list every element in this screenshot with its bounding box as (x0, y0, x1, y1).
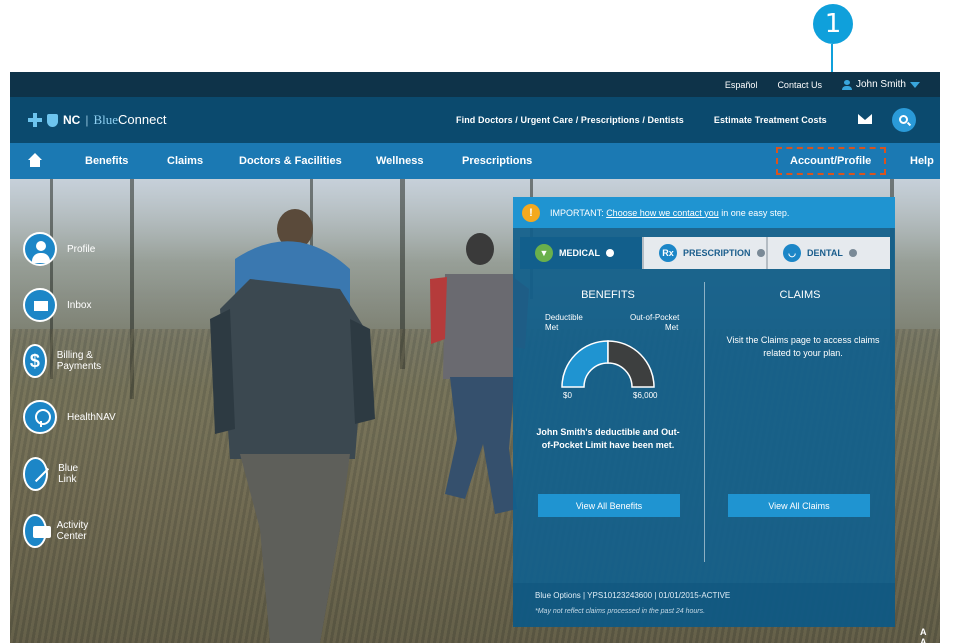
quick-link-inbox[interactable]: Inbox (23, 288, 91, 322)
oop-arc (607, 340, 655, 388)
estimate-costs-link[interactable]: Estimate Treatment Costs (714, 115, 827, 125)
plan-details: Blue Options | YPS10123243600 | 01/01/20… (535, 591, 731, 600)
deductible-label-met: Met (545, 323, 559, 332)
alert-suffix: in one easy step. (721, 207, 790, 218)
gauge-max-value: $6,000 (633, 391, 658, 400)
claims-description: Visit the Claims page to access claims r… (726, 335, 880, 358)
warning-icon: ! (522, 203, 540, 222)
link-icon (23, 457, 49, 491)
oop-label: Out-of-Pocket (630, 313, 680, 322)
nav-prescriptions[interactable]: Prescriptions (462, 143, 532, 179)
quick-link-label: Inbox (67, 299, 92, 311)
nav-claims[interactable]: Claims (167, 143, 203, 179)
gauge-min-value: $0 (563, 391, 572, 400)
nav-help[interactable]: Help (910, 143, 934, 179)
user-name: John Smith (855, 79, 906, 90)
mail-icon[interactable] (858, 114, 872, 124)
tab-label: DENTAL (807, 248, 843, 258)
user-icon (841, 79, 852, 90)
envelope-icon (23, 288, 57, 322)
benefits-gauge (561, 340, 655, 388)
chevron-right-icon (756, 249, 765, 257)
quick-link-label: Billing & Payments (56, 350, 102, 372)
tab-prescription[interactable]: Rx PRESCRIPTION (642, 237, 766, 269)
user-menu[interactable]: John Smith (841, 79, 920, 90)
app-frame: Español Contact Us John Smith NC | BlueC… (10, 72, 940, 643)
logo-separator: | (85, 113, 89, 127)
shield-logo-icon (47, 113, 58, 127)
chevron-down-icon (910, 81, 920, 88)
search-icon (898, 114, 908, 124)
hiker-figure (210, 209, 375, 643)
espanol-link[interactable]: Español (725, 80, 758, 90)
brand-links: Find Doctors / Urgent Care / Prescriptio… (456, 97, 827, 143)
quick-link-blue-link[interactable]: Blue Link (23, 457, 87, 491)
benefits-status-text: John Smith's deductible and Out-of-Pocke… (536, 427, 680, 450)
logo-blue: Blue (93, 112, 119, 127)
deductible-label: Deductible (545, 313, 583, 322)
card-icon (23, 514, 51, 548)
highlight-box (776, 147, 886, 175)
rx-icon: Rx (659, 244, 677, 262)
logo-nc: NC (63, 113, 81, 127)
search-button[interactable] (892, 108, 916, 132)
nav-wellness[interactable]: Wellness (376, 143, 424, 179)
claims-title: CLAIMS (779, 289, 821, 301)
cross-logo-icon (28, 113, 42, 127)
quick-link-profile[interactable]: Profile (23, 232, 95, 266)
benefits-title: BENEFITS (581, 289, 635, 301)
tooth-icon: ◡ (783, 244, 801, 262)
utility-bar: Español Contact Us John Smith (10, 72, 940, 97)
view-all-claims-button[interactable]: View All Claims (728, 494, 870, 517)
tab-label: MEDICAL (559, 248, 600, 258)
quick-link-healthnav[interactable]: HealthNAV (23, 400, 116, 434)
dollar-icon: $ (23, 344, 47, 378)
contact-preferences-link[interactable]: Choose how we contact you (606, 208, 719, 218)
chevron-right-icon (848, 249, 857, 257)
logo[interactable]: NC | BlueConnect (28, 112, 166, 128)
callout-number: 1 (813, 4, 853, 44)
nav-doctors-facilities[interactable]: Doctors & Facilities (239, 143, 342, 179)
location-pin-icon (23, 400, 57, 434)
quick-link-billing[interactable]: $ Billing & Payments (23, 344, 111, 378)
alert-banner: ! IMPORTANT: Choose how we contact you i… (513, 197, 895, 228)
medical-icon: ▼ (535, 244, 553, 262)
view-all-benefits-button[interactable]: View All Benefits (538, 494, 680, 517)
alert-prefix: IMPORTANT: (550, 207, 604, 218)
tab-label: PRESCRIPTION (683, 248, 751, 258)
logo-connect: Connect (118, 112, 167, 127)
home-icon[interactable] (28, 153, 42, 167)
brand-bar: NC | BlueConnect Find Doctors / Urgent C… (10, 97, 940, 143)
tab-dental[interactable]: ◡ DENTAL (766, 237, 890, 269)
tab-medical[interactable]: ▼ MEDICAL (520, 237, 642, 269)
claims-disclaimer: *May not reflect claims processed in the… (535, 608, 706, 615)
oop-label-met: Met (665, 323, 679, 332)
main-nav: Benefits Claims Doctors & Facilities Wel… (10, 143, 940, 179)
text-size-control[interactable]: A A (920, 627, 940, 643)
quick-link-label: Activity Center (56, 520, 89, 542)
plan-info: Blue Options | YPS10123243600 | 01/01/20… (513, 583, 895, 627)
coverage-tabs: ▼ MEDICAL Rx PRESCRIPTION ◡ DENTAL (520, 237, 890, 269)
quick-link-activity-center[interactable]: Activity Center (23, 514, 99, 548)
nav-benefits[interactable]: Benefits (85, 143, 128, 179)
contact-us-link[interactable]: Contact Us (777, 80, 822, 90)
profile-icon (23, 232, 57, 266)
find-doctors-link[interactable]: Find Doctors / Urgent Care / Prescriptio… (456, 115, 684, 125)
quick-link-label: Blue Link (58, 463, 79, 485)
benefits-panel: ! IMPORTANT: Choose how we contact you i… (513, 197, 895, 627)
quick-link-label: Profile (67, 243, 96, 255)
quick-link-label: HealthNAV (67, 411, 116, 423)
column-divider (704, 282, 705, 562)
chevron-down-icon (606, 249, 614, 257)
deductible-arc (561, 340, 609, 388)
